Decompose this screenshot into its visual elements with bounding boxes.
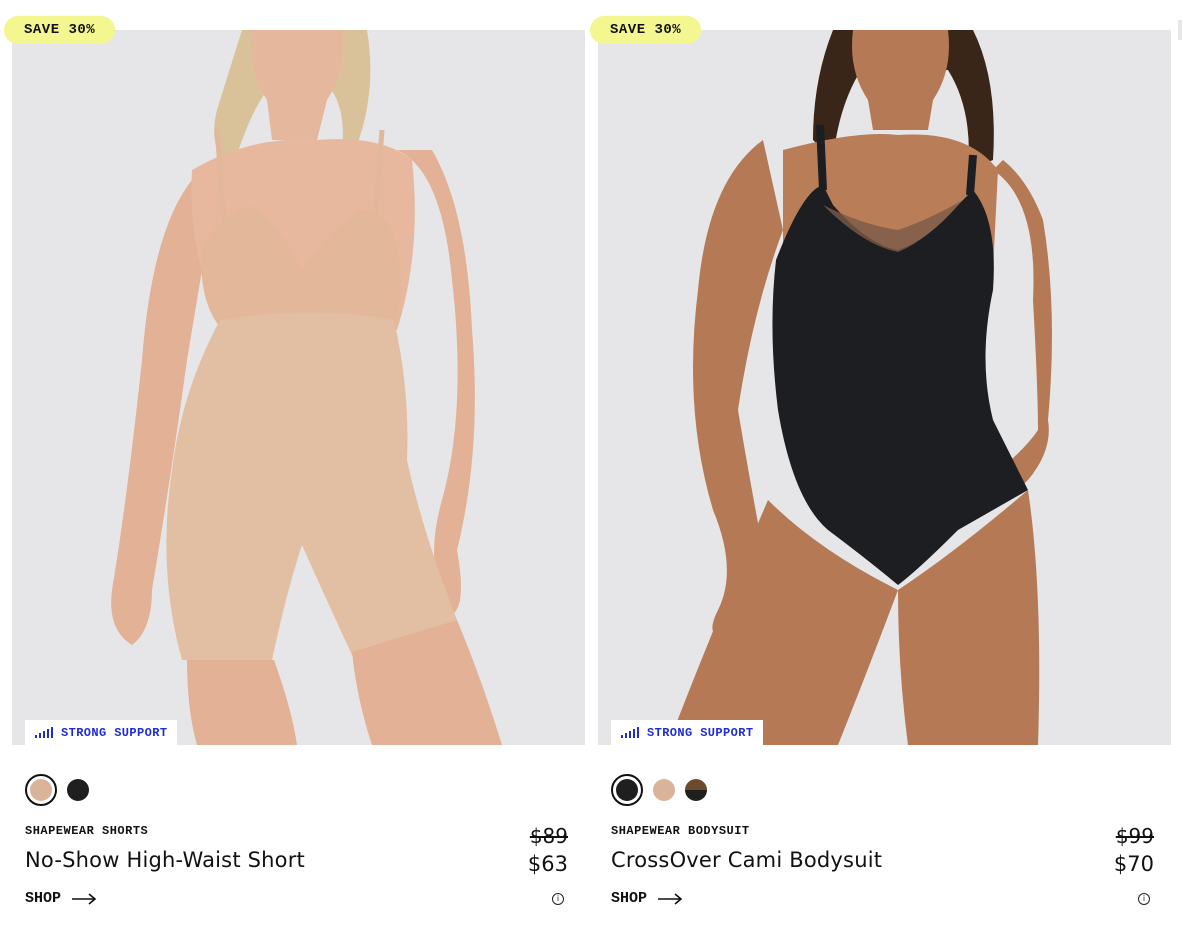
arrow-right-icon (72, 892, 97, 905)
info-icon[interactable]: i (552, 893, 564, 905)
support-label: STRONG SUPPORT (647, 725, 754, 740)
swatch-brown-black[interactable] (685, 779, 707, 801)
next-card-edge (1178, 20, 1182, 40)
color-swatches (25, 774, 89, 806)
product-category: SHAPEWEAR BODYSUIT (611, 824, 750, 838)
swatch-black[interactable] (611, 774, 643, 806)
save-badge: SAVE 30% (4, 16, 116, 44)
support-badge: STRONG SUPPORT (25, 720, 178, 745)
signal-bars-icon (621, 727, 639, 738)
product-card[interactable]: SAVE 30% STRONG SUPPORT SHAPEWEAR SHORTS… (4, 0, 585, 939)
product-image[interactable] (12, 30, 585, 745)
shop-link[interactable]: SHOP (25, 890, 97, 907)
product-image[interactable] (598, 30, 1171, 745)
swatch-nude[interactable] (25, 774, 57, 806)
product-category: SHAPEWEAR SHORTS (25, 824, 149, 838)
save-badge: SAVE 30% (590, 16, 702, 44)
support-badge: STRONG SUPPORT (611, 720, 764, 745)
swatch-nude[interactable] (653, 779, 675, 801)
shop-label: SHOP (25, 890, 62, 907)
original-price: $99 (1115, 824, 1154, 848)
sale-price: $63 (527, 852, 568, 876)
product-name[interactable]: No-Show High-Waist Short (25, 848, 305, 872)
support-label: STRONG SUPPORT (61, 725, 168, 740)
color-swatches (611, 774, 707, 806)
sale-price: $70 (1113, 852, 1154, 876)
original-price: $89 (529, 824, 568, 848)
product-name[interactable]: CrossOver Cami Bodysuit (611, 848, 882, 872)
model-illustration (598, 30, 1171, 745)
info-icon[interactable]: i (1138, 893, 1150, 905)
product-card[interactable]: SAVE 30% STRONG SUPPORT SHAPEWEAR BODYSU… (590, 0, 1171, 939)
model-illustration (12, 30, 585, 745)
arrow-right-icon (658, 892, 683, 905)
swatch-black[interactable] (67, 779, 89, 801)
signal-bars-icon (35, 727, 53, 738)
shop-label: SHOP (611, 890, 648, 907)
shop-link[interactable]: SHOP (611, 890, 683, 907)
